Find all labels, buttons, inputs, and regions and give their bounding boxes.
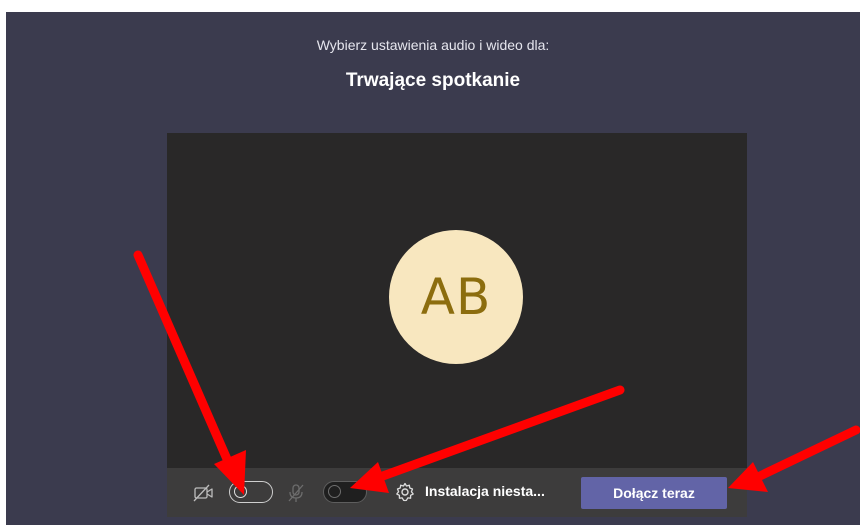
join-now-button[interactable]: Dołącz teraz: [581, 477, 727, 509]
meeting-title: Trwające spotkanie: [345, 70, 521, 91]
device-settings-label[interactable]: Instalacja niesta...: [425, 483, 545, 499]
avatar: AB: [389, 230, 523, 364]
device-controls-bar: Instalacja niesta... Dołącz teraz: [167, 468, 747, 517]
mic-toggle[interactable]: [323, 481, 367, 503]
camera-toggle-knob: [234, 485, 247, 498]
prejoin-subtitle: Wybierz ustawienia audio i wideo dla:: [316, 37, 550, 53]
mic-off-icon: [288, 484, 304, 502]
camera-toggle[interactable]: [229, 481, 273, 503]
avatar-initials: AB: [420, 268, 492, 326]
camera-off-icon: [193, 484, 213, 502]
mic-toggle-knob: [328, 485, 341, 498]
join-now-label: Dołącz teraz: [613, 485, 695, 501]
gear-icon[interactable]: [395, 482, 415, 502]
video-preview: AB: [167, 133, 747, 468]
prejoin-screen: Wybierz ustawienia audio i wideo dla: Tr…: [6, 12, 860, 525]
